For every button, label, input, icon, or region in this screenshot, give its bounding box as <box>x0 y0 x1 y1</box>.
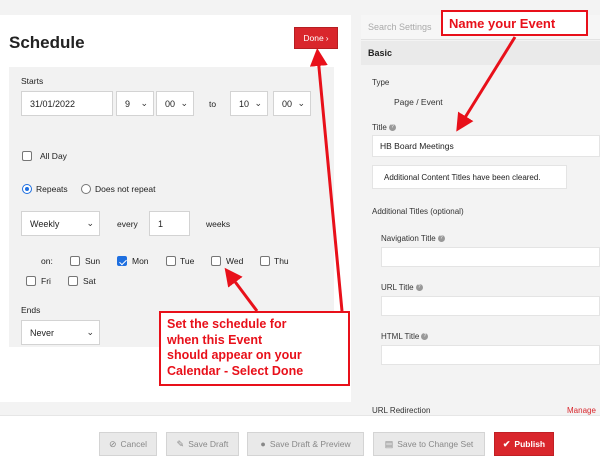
url-title-input[interactable] <box>381 296 600 316</box>
html-title-input[interactable] <box>381 345 600 365</box>
help-icon[interactable]: ? <box>415 284 423 292</box>
save-draft-button[interactable]: ✎ Save Draft <box>166 432 239 456</box>
chevron-down-icon: ⌄ <box>86 218 94 228</box>
day-fri-label: Fri <box>41 276 51 286</box>
save-draft-label: Save Draft <box>188 439 229 449</box>
starts-label: Starts <box>21 76 44 86</box>
day-mon-label: Mon <box>132 256 149 266</box>
all-day-checkbox[interactable] <box>22 151 32 161</box>
save-to-change-set-label: Save to Change Set <box>397 439 474 449</box>
frequency-value: Weekly <box>30 218 60 229</box>
every-label: every <box>117 219 138 229</box>
day-wed-label: Wed <box>226 256 244 266</box>
chevron-down-icon: ⌄ <box>297 98 305 108</box>
day-sat-label: Sat <box>83 276 96 286</box>
all-day-label: All Day <box>40 151 67 161</box>
navigation-title-text: Navigation Title <box>381 234 436 243</box>
does-not-repeat-label: Does not repeat <box>95 184 156 194</box>
publish-button[interactable]: ✔ Publish <box>494 432 554 456</box>
done-button[interactable]: Done › <box>294 27 338 49</box>
chevron-down-icon: ⌄ <box>140 98 148 108</box>
navigation-title-input[interactable] <box>381 247 600 267</box>
day-tue-label: Tue <box>180 256 195 266</box>
interval-input[interactable]: 1 <box>149 211 190 236</box>
start-minute-select[interactable]: 00 ⌄ <box>156 91 194 116</box>
html-title-text: HTML Title <box>381 332 420 341</box>
type-label: Type <box>372 78 390 87</box>
ends-value: Never <box>30 327 55 338</box>
type-value: Page / Event <box>394 97 443 107</box>
start-date-input[interactable]: 31/01/2022 <box>21 91 113 116</box>
day-sun-checkbox[interactable] <box>70 256 80 266</box>
end-minute-select[interactable]: 00 ⌄ <box>273 91 311 116</box>
day-mon-checkbox[interactable] <box>117 256 127 266</box>
start-hour-select[interactable]: 9 ⌄ <box>116 91 154 116</box>
start-minute-value: 00 <box>165 98 176 109</box>
settings-panel: Search Settings Basic Type Page / Event … <box>361 15 600 415</box>
section-basic-header[interactable]: Basic <box>361 41 600 65</box>
chevron-down-icon: ⌄ <box>254 98 262 108</box>
does-not-repeat-radio[interactable] <box>81 184 91 194</box>
day-thu-checkbox[interactable] <box>260 256 270 266</box>
day-fri-checkbox[interactable] <box>26 276 36 286</box>
help-icon[interactable]: ? <box>437 235 445 243</box>
save-draft-preview-button[interactable]: ● Save Draft & Preview <box>247 432 364 456</box>
chevron-right-icon: › <box>325 33 329 43</box>
done-label: Done <box>303 33 324 43</box>
html-title-label: HTML Title? <box>381 332 429 341</box>
start-hour-value: 9 <box>125 98 131 109</box>
help-icon[interactable]: ? <box>388 124 396 132</box>
title-label-text: Title <box>372 123 387 132</box>
save-draft-preview-label: Save Draft & Preview <box>269 439 351 449</box>
help-icon[interactable]: ? <box>421 333 429 341</box>
end-hour-value: 10 <box>239 98 250 109</box>
changeset-icon: ▤ <box>384 438 394 449</box>
publish-label: Publish <box>514 439 546 449</box>
titles-cleared-notice: Additional Content Titles have been clea… <box>372 165 567 189</box>
ends-label: Ends <box>21 305 41 315</box>
frequency-select[interactable]: Weekly ⌄ <box>21 211 100 236</box>
url-title-text: URL Title <box>381 283 414 292</box>
annotation-schedule: Set the schedule for when this Event sho… <box>159 311 350 386</box>
interval-unit-label: weeks <box>206 219 231 229</box>
day-sat-checkbox[interactable] <box>68 276 78 286</box>
action-bar: ⊘ Cancel ✎ Save Draft ● Save Draft & Pre… <box>0 415 600 464</box>
cancel-icon: ⊘ <box>108 438 117 449</box>
day-wed-checkbox[interactable] <box>211 256 221 266</box>
day-sun-label: Sun <box>85 256 101 266</box>
annotation-line-2: when this Event <box>167 332 263 347</box>
on-label: on: <box>41 256 53 266</box>
dialog-title: Schedule <box>9 33 85 52</box>
annotation-line-3: should appear on your <box>167 348 302 362</box>
title-input[interactable]: HB Board Meetings <box>372 135 600 157</box>
save-to-change-set-button[interactable]: ▤ Save to Change Set <box>373 432 485 456</box>
schedule-panel: Starts 31/01/2022 9 ⌄ 00 ⌄ to 10 ⌄ 00 ⌄ … <box>9 67 334 347</box>
ends-select[interactable]: Never ⌄ <box>21 320 100 345</box>
end-minute-value: 00 <box>282 98 293 109</box>
edit-icon: ✎ <box>176 438 185 449</box>
chevron-down-icon: ⌄ <box>86 327 94 337</box>
repeats-label: Repeats <box>36 184 68 194</box>
annotation-line-1: Set the schedule for <box>167 317 287 331</box>
cancel-button[interactable]: ⊘ Cancel <box>99 432 157 456</box>
to-label: to <box>209 99 217 109</box>
annotation-name-event: Name your Event <box>441 10 588 36</box>
end-hour-select[interactable]: 10 ⌄ <box>230 91 268 116</box>
title-label: Title? <box>372 123 396 132</box>
navigation-title-label: Navigation Title? <box>381 234 445 243</box>
day-tue-checkbox[interactable] <box>166 256 176 266</box>
url-redirection-label: URL Redirection <box>372 406 431 415</box>
day-thu-label: Thu <box>274 256 289 266</box>
check-icon: ✔ <box>502 438 511 449</box>
chevron-down-icon: ⌄ <box>180 98 188 108</box>
additional-titles-label: Additional Titles (optional) <box>372 207 464 216</box>
annotation-line-4: Calendar - Select Done <box>167 363 304 378</box>
cancel-label: Cancel <box>120 439 147 449</box>
repeats-radio[interactable] <box>22 184 32 194</box>
manage-link[interactable]: Manage <box>567 406 596 415</box>
globe-icon: ● <box>260 439 266 449</box>
url-title-label: URL Title? <box>381 283 423 292</box>
